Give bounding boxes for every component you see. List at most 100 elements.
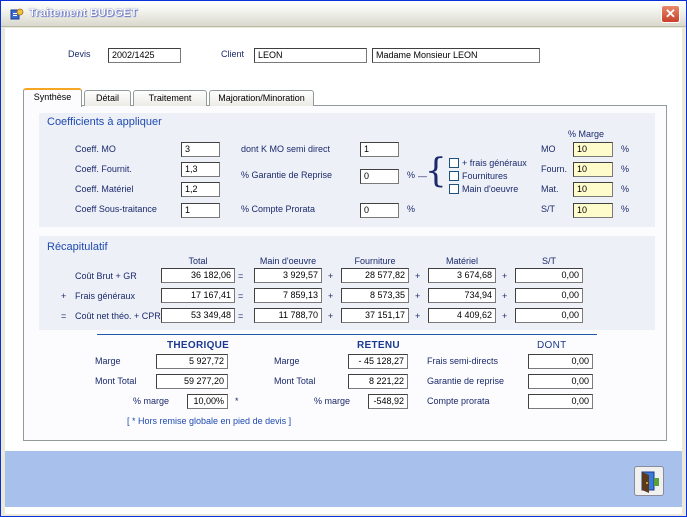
fournitures-checkbox[interactable] — [449, 171, 459, 181]
row-prefix: + — [61, 291, 67, 301]
prorata-field[interactable]: 0 — [360, 203, 399, 218]
coeff-materiel-field[interactable]: 1,2 — [181, 182, 220, 197]
frais-generaux-materiel[interactable]: 734,94 — [428, 288, 496, 303]
col-st: S/T — [541, 256, 556, 266]
cout-net-fourniture[interactable]: 37 151,17 — [341, 308, 409, 323]
frais-generaux-label: + frais généraux — [462, 158, 527, 168]
op-plus: + — [328, 271, 334, 281]
close-button[interactable]: ✕ — [661, 5, 680, 23]
cout-brut-st[interactable]: 0,00 — [515, 268, 583, 283]
op-plus: + — [502, 271, 508, 281]
frais-generaux-checkbox[interactable] — [449, 158, 459, 168]
marge-fourn-field[interactable]: 10 — [573, 162, 613, 177]
row-prefix: = — [61, 311, 67, 321]
frais-generaux-total[interactable]: 17 167,41 — [161, 288, 235, 303]
prorata-label: % Compte Prorata — [241, 204, 316, 214]
theo-marge-label: Marge — [95, 356, 121, 366]
frais-generaux-mo[interactable]: 7 859,13 — [254, 288, 322, 303]
op-equals: = — [238, 271, 244, 281]
ret-pct-field[interactable]: -548,92 — [368, 394, 408, 409]
marge-st-pct: % — [621, 204, 630, 214]
exit-button[interactable] — [634, 466, 664, 496]
brace-icon: { — [425, 151, 447, 191]
bottom-toolbar — [5, 451, 682, 507]
main-oeuvre-checkbox[interactable] — [449, 184, 459, 194]
garantie-label: % Garantie de Reprise — [241, 170, 333, 180]
budget-icon — [10, 8, 24, 20]
window-title: Traitement BUDGET — [29, 7, 138, 19]
client-label: Client — [221, 49, 245, 59]
main-window: Traitement BUDGET ✕ Devis 2002/1425 Clie… — [0, 0, 687, 517]
coeff-fournit-label: Coeff. Fournit. — [75, 164, 132, 174]
compte-prorata-label: Compte prorata — [427, 396, 490, 406]
op-plus: + — [415, 271, 421, 281]
title-bar[interactable]: Traitement BUDGET ✕ — [1, 1, 686, 27]
kmo-field[interactable]: 1 — [360, 142, 399, 157]
dont-title: DONT — [537, 340, 567, 351]
cout-brut-materiel[interactable]: 3 674,68 — [428, 268, 496, 283]
op-equals: = — [238, 311, 244, 321]
frais-semi-directs-field[interactable]: 0,00 — [528, 354, 593, 369]
frais-generaux-st[interactable]: 0,00 — [515, 288, 583, 303]
marge-mat-pct: % — [621, 184, 630, 194]
ret-pct-label: % marge — [314, 396, 351, 406]
cout-net-st[interactable]: 0,00 — [515, 308, 583, 323]
cout-brut-mo[interactable]: 3 929,57 — [254, 268, 322, 283]
op-plus: + — [328, 291, 334, 301]
coeff-fournit-field[interactable]: 1,3 — [181, 162, 220, 177]
kmo-label: dont K MO semi direct — [241, 144, 331, 154]
close-icon: ✕ — [665, 6, 676, 21]
col-total: Total — [188, 256, 208, 266]
coefficients-title: Coefficients à appliquer — [47, 116, 162, 128]
marge-mo-field[interactable]: 10 — [573, 142, 613, 157]
marge-mat-field[interactable]: 10 — [573, 182, 613, 197]
theo-total-label: Mont Total — [95, 376, 137, 386]
coeff-st-label: Coeff Sous-traitance — [75, 204, 157, 214]
tab-majoration[interactable]: Majoration/Minoration — [209, 90, 314, 106]
marge-st-label: S/T — [541, 204, 556, 214]
star-note: * — [235, 396, 239, 406]
col-materiel: Matériel — [445, 256, 478, 266]
fournitures-label: Fournitures — [462, 171, 508, 181]
cout-brut-fourniture[interactable]: 28 577,82 — [341, 268, 409, 283]
op-plus: + — [415, 291, 421, 301]
ret-marge-label: Marge — [274, 356, 300, 366]
row-cout-net-label: Coût net théo. + CPR — [75, 311, 161, 321]
theo-pct-field[interactable]: 10,00% — [187, 394, 228, 409]
compte-prorata-field[interactable]: 0,00 — [528, 394, 593, 409]
theo-pct-label: % marge — [133, 396, 170, 406]
cout-brut-total[interactable]: 36 182,06 — [161, 268, 235, 283]
garantie-field[interactable]: 0 — [360, 169, 399, 184]
ret-total-field[interactable]: 8 221,22 — [348, 374, 408, 389]
marge-fourn-pct: % — [621, 164, 630, 174]
devis-label: Devis — [68, 49, 91, 59]
tab-synthese[interactable]: Synthèse — [23, 88, 82, 107]
cout-net-materiel[interactable]: 4 409,62 — [428, 308, 496, 323]
coeff-st-field[interactable]: 1 — [181, 203, 220, 218]
op-equals: = — [238, 291, 244, 301]
cout-net-total[interactable]: 53 349,48 — [161, 308, 235, 323]
client-name-field[interactable]: Madame Monsieur LEON — [372, 48, 540, 63]
ret-total-label: Mont Total — [274, 376, 316, 386]
theorique-title: THEORIQUE — [167, 340, 230, 351]
tab-traitement[interactable]: Traitement — [133, 90, 207, 106]
garantie-reprise-label: Garantie de reprise — [427, 376, 505, 386]
marge-header: % Marge — [568, 129, 605, 139]
coeff-mo-field[interactable]: 3 — [181, 142, 220, 157]
cout-net-mo[interactable]: 11 788,70 — [254, 308, 322, 323]
marge-st-field[interactable]: 10 — [573, 203, 613, 218]
tab-detail[interactable]: Détail — [84, 90, 131, 106]
theo-total-field[interactable]: 59 277,20 — [156, 374, 228, 389]
prorata-pct: % — [407, 204, 416, 214]
theo-marge-field[interactable]: 5 927,72 — [156, 354, 228, 369]
frais-generaux-fourniture[interactable]: 8 573,35 — [341, 288, 409, 303]
retenu-title: RETENU — [357, 340, 400, 351]
devis-field[interactable]: 2002/1425 — [108, 48, 181, 63]
marge-fourn-label: Fourn. — [541, 164, 568, 174]
recap-title: Récapitulatif — [47, 241, 108, 253]
ret-marge-field[interactable]: - 45 128,27 — [348, 354, 408, 369]
client-code-field[interactable]: LEON — [254, 48, 367, 63]
garantie-reprise-field[interactable]: 0,00 — [528, 374, 593, 389]
coeff-mo-label: Coeff. MO — [75, 144, 116, 154]
coeff-materiel-label: Coeff. Matériel — [75, 184, 134, 194]
